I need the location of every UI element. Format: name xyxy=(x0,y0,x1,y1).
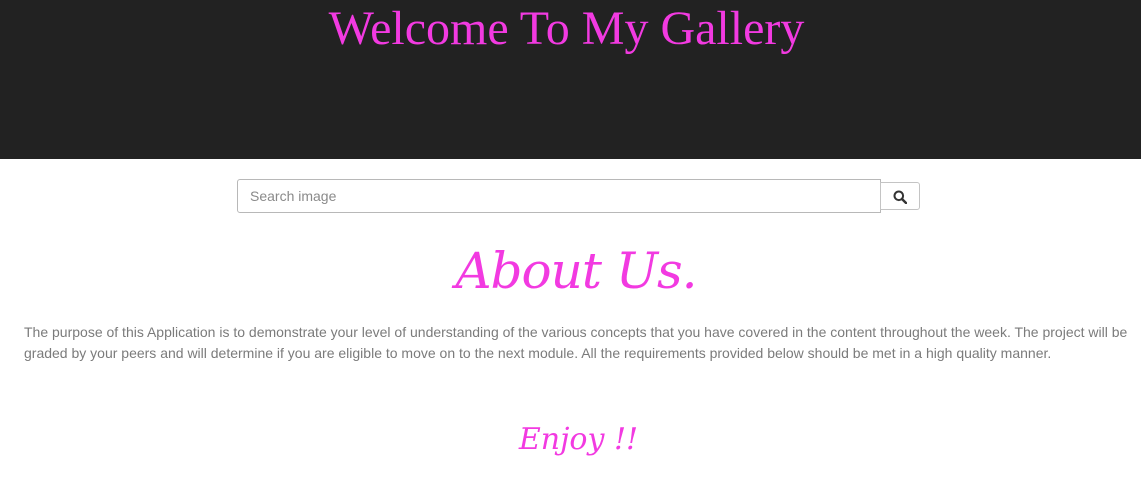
closing-text: Enjoy !! xyxy=(518,422,639,457)
page-title: Welcome To My Gallery xyxy=(328,2,805,55)
about-description: The purpose of this Application is to de… xyxy=(24,324,1128,361)
header: Welcome To My Gallery xyxy=(0,0,1141,159)
search-bar xyxy=(237,179,920,213)
search-button[interactable] xyxy=(880,182,920,210)
search-input[interactable] xyxy=(237,179,881,213)
search-icon xyxy=(893,190,907,204)
about-heading: About Us. xyxy=(455,242,697,300)
